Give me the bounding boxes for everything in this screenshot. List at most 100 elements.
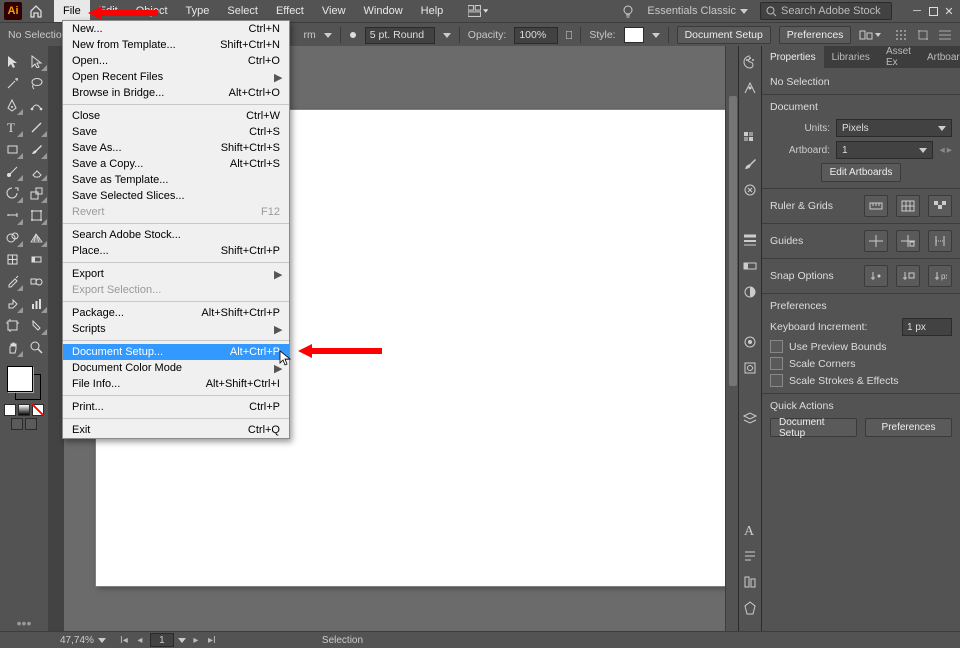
tab-artboards[interactable]: Artboar xyxy=(919,46,960,68)
file-menu-item[interactable]: Search Adobe Stock... xyxy=(63,227,289,243)
nav-first[interactable]: I◂ xyxy=(118,635,130,646)
align-panel-icon[interactable] xyxy=(742,574,758,590)
tab-asset-export[interactable]: Asset Ex xyxy=(878,46,919,68)
menu-file[interactable]: File xyxy=(54,0,90,22)
qa-preferences-button[interactable]: Preferences xyxy=(865,418,952,437)
artboard-tool[interactable] xyxy=(0,314,24,336)
symbols-panel-icon[interactable] xyxy=(742,182,758,198)
list-icon[interactable] xyxy=(938,28,952,42)
menu-window[interactable]: Window xyxy=(355,0,412,22)
paintbrush-tool[interactable] xyxy=(24,138,48,160)
appearance-panel-icon[interactable] xyxy=(742,334,758,350)
gradient-tool[interactable] xyxy=(24,248,48,270)
scale-strokes-checkbox[interactable] xyxy=(770,374,783,387)
nav-prev[interactable]: ◂ xyxy=(134,635,146,646)
lock-guides-toggle[interactable] xyxy=(896,230,920,252)
selection-tool[interactable] xyxy=(0,50,24,72)
scale-tool[interactable] xyxy=(24,182,48,204)
transform-icon[interactable] xyxy=(916,28,930,42)
file-menu-item[interactable]: ExitCtrl+Q xyxy=(63,422,289,438)
file-menu-item[interactable]: Save Selected Slices... xyxy=(63,188,289,204)
style-swatch[interactable] xyxy=(624,27,644,43)
next-artboard[interactable]: ▸ xyxy=(947,144,952,156)
file-menu-item[interactable]: Open...Ctrl+O xyxy=(63,53,289,69)
transform-panel-icon[interactable] xyxy=(742,600,758,616)
file-menu-item[interactable]: Export▶ xyxy=(63,266,289,282)
tab-libraries[interactable]: Libraries xyxy=(824,46,878,68)
file-menu-item[interactable]: Save As...Shift+Ctrl+S xyxy=(63,140,289,156)
paragraph-panel-icon[interactable] xyxy=(742,548,758,564)
home-icon[interactable] xyxy=(28,3,44,19)
graphic-styles-panel-icon[interactable] xyxy=(742,360,758,376)
grid-icon[interactable] xyxy=(894,28,908,42)
preview-bounds-checkbox[interactable] xyxy=(770,340,783,353)
shape-builder-tool[interactable] xyxy=(0,226,24,248)
bulb-icon[interactable] xyxy=(621,4,635,18)
workspace-switcher[interactable]: Essentials Classic xyxy=(647,5,748,17)
slice-tool[interactable] xyxy=(24,314,48,336)
grid-toggle[interactable] xyxy=(896,195,920,217)
arrange-icon[interactable] xyxy=(468,5,488,17)
tab-properties[interactable]: Properties xyxy=(762,46,824,68)
zoom-tool[interactable] xyxy=(24,336,48,358)
curvature-tool[interactable] xyxy=(24,94,48,116)
color-guide-icon[interactable] xyxy=(742,80,758,96)
character-panel-icon[interactable]: A xyxy=(742,522,758,538)
eraser-tool[interactable] xyxy=(24,160,48,182)
file-menu-item[interactable]: File Info...Alt+Shift+Ctrl+I xyxy=(63,376,289,392)
units-dropdown[interactable]: Pixels xyxy=(836,119,952,137)
snap-grid-toggle[interactable] xyxy=(896,265,920,287)
status-mode[interactable]: Selection xyxy=(322,635,363,646)
transparency-grid-toggle[interactable] xyxy=(928,195,952,217)
stroke-panel-icon[interactable] xyxy=(742,232,758,248)
color-mode-row[interactable] xyxy=(4,404,44,416)
search-stock-input[interactable]: Search Adobe Stock xyxy=(760,2,892,20)
menu-view[interactable]: View xyxy=(313,0,355,22)
lasso-tool[interactable] xyxy=(24,72,48,94)
preferences-button[interactable]: Preferences xyxy=(779,26,852,44)
align-icon[interactable] xyxy=(859,29,881,41)
qa-document-setup-button[interactable]: Document Setup xyxy=(770,418,857,437)
symbol-sprayer-tool[interactable] xyxy=(0,292,24,314)
rotate-tool[interactable] xyxy=(0,182,24,204)
close-button[interactable]: ✕ xyxy=(942,4,956,18)
file-menu-item[interactable]: Document Color Mode▶ xyxy=(63,360,289,376)
transparency-panel-icon[interactable] xyxy=(742,284,758,300)
type-tool[interactable]: T xyxy=(0,116,24,138)
pen-tool[interactable] xyxy=(0,94,24,116)
file-menu-item[interactable]: New from Template...Shift+Ctrl+N xyxy=(63,37,289,53)
mesh-tool[interactable] xyxy=(0,248,24,270)
opacity-input[interactable]: 100% xyxy=(514,27,558,44)
menu-effect[interactable]: Effect xyxy=(267,0,313,22)
file-menu-item[interactable]: Scripts▶ xyxy=(63,321,289,337)
file-menu-item[interactable]: New...Ctrl+N xyxy=(63,21,289,37)
guides-toggle[interactable] xyxy=(864,230,888,252)
nav-page-input[interactable]: 1 xyxy=(150,633,174,647)
direct-selection-tool[interactable] xyxy=(24,50,48,72)
zoom-level[interactable]: 47,74% xyxy=(60,635,106,646)
prev-artboard[interactable]: ◂ xyxy=(939,144,944,156)
menu-type[interactable]: Type xyxy=(177,0,219,22)
perspective-grid-tool[interactable] xyxy=(24,226,48,248)
line-tool[interactable] xyxy=(24,116,48,138)
gradient-panel-icon[interactable] xyxy=(742,258,758,274)
file-menu-item[interactable]: Open Recent Files▶ xyxy=(63,69,289,85)
maximize-button[interactable] xyxy=(926,4,940,18)
file-menu-item[interactable]: Package...Alt+Shift+Ctrl+P xyxy=(63,305,289,321)
eyedropper-tool[interactable] xyxy=(0,270,24,292)
rectangle-tool[interactable] xyxy=(0,138,24,160)
nav-last[interactable]: ▸I xyxy=(206,635,218,646)
blend-tool[interactable] xyxy=(24,270,48,292)
layers-panel-icon[interactable] xyxy=(742,410,758,426)
magic-wand-tool[interactable] xyxy=(0,72,24,94)
swatches-panel-icon[interactable] xyxy=(742,130,758,146)
free-transform-tool[interactable] xyxy=(24,204,48,226)
menu-select[interactable]: Select xyxy=(218,0,267,22)
snap-point-toggle[interactable] xyxy=(864,265,888,287)
stroke-profile[interactable]: 5 pt. Round xyxy=(365,27,435,44)
color-panel-icon[interactable] xyxy=(742,54,758,70)
edit-artboards-button[interactable]: Edit Artboards xyxy=(821,163,902,182)
file-menu-item[interactable]: Document Setup...Alt+Ctrl+P xyxy=(63,344,289,360)
scale-corners-checkbox[interactable] xyxy=(770,357,783,370)
file-menu-item[interactable]: CloseCtrl+W xyxy=(63,108,289,124)
